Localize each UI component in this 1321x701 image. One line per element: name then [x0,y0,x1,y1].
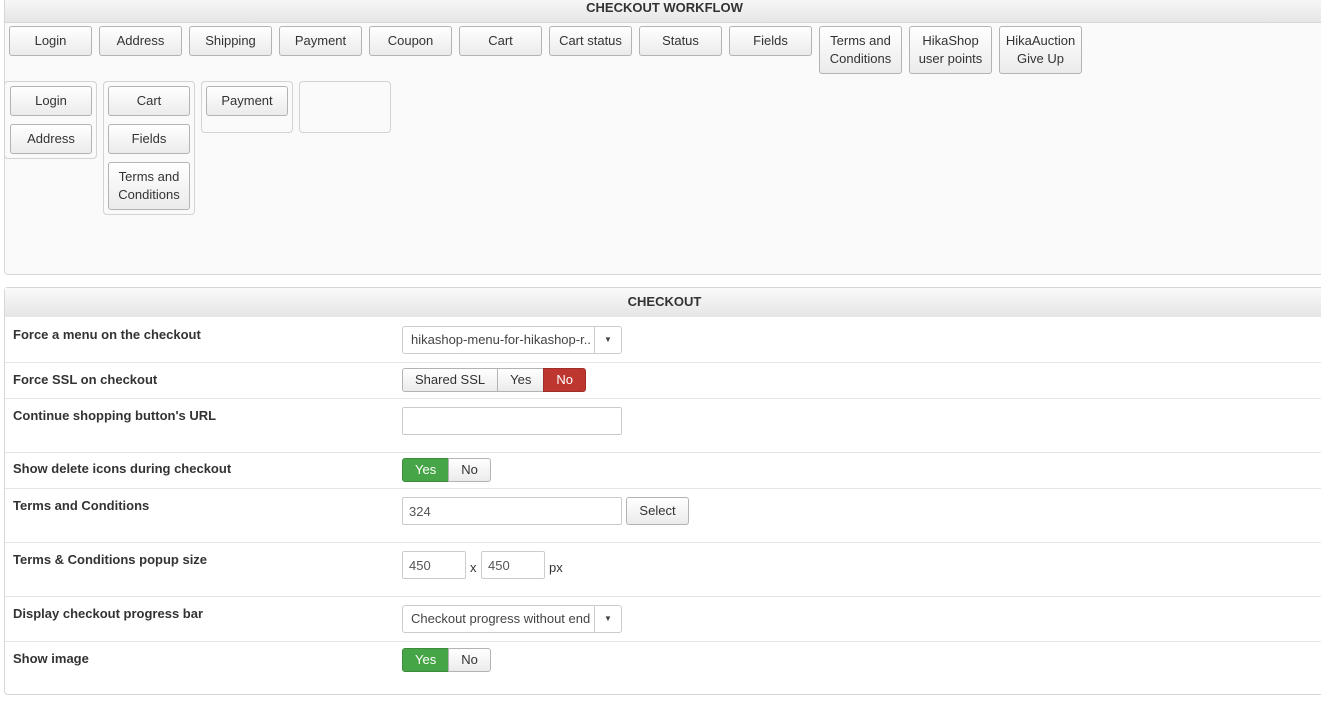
step-address[interactable]: Address [99,26,182,56]
row-force-ssl: Force SSL on checkout Shared SSL Yes No [5,362,1321,398]
step-cart-status[interactable]: Cart status [549,26,632,56]
step-3-payment[interactable]: Payment [206,86,288,116]
chevron-down-icon: ▼ [594,606,621,632]
row-show-image: Show image Yes No [5,641,1321,695]
popup-size-separator: x [470,560,477,575]
popup-size-unit: px [549,560,563,575]
row-continue-url: Continue shopping button's URL [5,398,1321,452]
continue-url-input[interactable] [402,407,622,435]
step-coupon[interactable]: Coupon [369,26,452,56]
progress-bar-label: Display checkout progress bar [13,606,204,621]
popup-width-input[interactable] [402,551,466,579]
step-hikashop-user-points[interactable]: HikaShop user points [909,26,992,74]
progress-bar-select[interactable]: Checkout progress without end ▼ [402,605,622,633]
force-menu-label: Force a menu on the checkout [13,327,201,342]
terms-article-input[interactable] [402,497,622,525]
force-ssl-label: Force SSL on checkout [13,372,158,387]
force-menu-value: hikashop-menu-for-hikashop-r... [411,332,591,347]
step-terms[interactable]: Terms and Conditions [819,26,902,74]
step-hikaauction-give-up[interactable]: HikaAuction Give Up [999,26,1082,74]
step-2-fields[interactable]: Fields [108,124,190,154]
delete-icons-toggle[interactable]: Yes No [402,458,491,482]
continue-url-label: Continue shopping button's URL [13,408,217,423]
checkout-title: CHECKOUT [5,288,1321,317]
chevron-down-icon: ▼ [594,327,621,353]
step-login[interactable]: Login [9,26,92,56]
force-ssl-shared-option[interactable]: Shared SSL [402,368,499,392]
show-image-toggle[interactable]: Yes No [402,648,491,672]
step-1-login[interactable]: Login [10,86,92,116]
step-shipping[interactable]: Shipping [189,26,272,56]
step-2-terms[interactable]: Terms and Conditions [108,162,190,210]
popup-size-label: Terms & Conditions popup size [13,552,208,567]
show-image-label: Show image [13,651,89,666]
row-progress-bar: Display checkout progress bar Checkout p… [5,596,1321,641]
workflow-title: CHECKOUT WORKFLOW [5,0,1321,23]
delete-icons-label: Show delete icons during checkout [13,461,232,476]
delete-icons-yes-option[interactable]: Yes [402,458,450,482]
terms-label: Terms and Conditions [13,498,150,513]
checkout-settings-panel: CHECKOUT Force a menu on the checkout hi… [4,287,1321,695]
row-delete-icons: Show delete icons during checkout Yes No [5,452,1321,488]
progress-bar-value: Checkout progress without end [411,611,591,626]
row-force-menu: Force a menu on the checkout hikashop-me… [5,316,1321,362]
show-image-no-option[interactable]: No [448,648,491,672]
force-ssl-no-option[interactable]: No [543,368,586,392]
force-ssl-yes-option[interactable]: Yes [497,368,545,392]
force-ssl-toggle[interactable]: Shared SSL Yes No [402,368,586,392]
force-menu-select[interactable]: hikashop-menu-for-hikashop-r... ▼ [402,326,622,354]
delete-icons-no-option[interactable]: No [448,458,491,482]
workflow-new-step-dropzone[interactable] [299,81,391,133]
terms-select-button[interactable]: Select [626,497,689,525]
popup-height-input[interactable] [481,551,545,579]
row-terms: Terms and Conditions Select [5,488,1321,542]
show-image-yes-option[interactable]: Yes [402,648,450,672]
step-fields[interactable]: Fields [729,26,812,56]
step-2-cart[interactable]: Cart [108,86,190,116]
step-status[interactable]: Status [639,26,722,56]
row-popup-size: Terms & Conditions popup size x px [5,542,1321,596]
step-cart[interactable]: Cart [459,26,542,56]
step-1-address[interactable]: Address [10,124,92,154]
step-payment[interactable]: Payment [279,26,362,56]
